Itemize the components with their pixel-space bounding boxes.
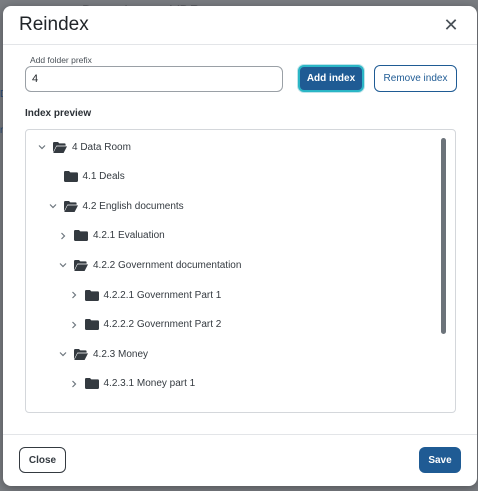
remove-index-button[interactable]: Remove index (374, 65, 457, 92)
tree-item-label: 4.2.2.1 Government Part 1 (103, 289, 222, 301)
index-preview-label: Index preview (25, 108, 92, 119)
folder-prefix-input[interactable] (25, 66, 283, 92)
tree-item[interactable]: 4.2.3.1 Money part 1 (69, 375, 196, 393)
chevron-down-icon[interactable] (48, 201, 58, 211)
index-preview-tree: 4 Data Room 4.1 Deals 4.2 English document… (25, 129, 456, 413)
add-index-button[interactable]: Add index (298, 65, 364, 92)
scrollbar[interactable] (441, 138, 446, 404)
tree-item[interactable]: 4.2.2.2 Government Part 2 (69, 316, 222, 334)
tree-item-label: 4.2.2.2 Government Part 2 (103, 319, 222, 331)
folder-icon (63, 171, 78, 183)
folder-open-icon (63, 200, 78, 212)
close-icon[interactable]: ✕ (441, 15, 461, 35)
folder-icon (84, 289, 99, 301)
dialog-header: Reindex ✕ (3, 6, 477, 45)
save-button[interactable]: Save (419, 447, 461, 473)
folder-icon (84, 378, 99, 390)
prefix-label: Add folder prefix (30, 55, 92, 65)
folder-open-icon (74, 259, 88, 271)
folder-open-icon (74, 348, 88, 360)
chevron-right-icon[interactable] (69, 290, 79, 300)
chevron-down-icon[interactable] (37, 142, 47, 152)
tree-item-label: 4.2.2 Government documentation (93, 259, 242, 271)
tree-item-label: 4.2.3 Money (93, 348, 149, 360)
chevron-down-icon[interactable] (58, 349, 68, 359)
tree-item[interactable]: 4 Data Room (37, 138, 131, 156)
tree-item-label: 4.2.3.1 Money part 1 (103, 378, 196, 390)
folder-icon (74, 230, 88, 242)
chevron-right-icon[interactable] (69, 379, 79, 389)
close-button[interactable]: Close (19, 447, 66, 473)
tree-item-label: 4.1 Deals (82, 171, 125, 183)
chevron-right-icon[interactable] (69, 320, 79, 330)
chevron-right-icon[interactable] (58, 231, 68, 241)
tree-item[interactable]: 4.2.2 Government documentation (58, 256, 241, 274)
tree-item[interactable]: 4.2.2.1 Government Part 1 (69, 286, 222, 304)
folder-open-icon (53, 141, 67, 153)
tree-item[interactable]: 4.2.3 Money (58, 345, 148, 363)
chevron-down-icon[interactable] (58, 260, 68, 270)
tree-item[interactable]: 4.2 English documents (48, 197, 184, 215)
scrollbar-thumb[interactable] (441, 138, 446, 334)
tree-item[interactable]: 4.1 Deals (48, 168, 125, 186)
tree-item-label: 4.2 English documents (82, 200, 184, 212)
tree-item-label: 4 Data Room (72, 141, 131, 153)
folder-icon (84, 319, 99, 331)
dialog-footer: Close Save (3, 434, 477, 486)
reindex-dialog: Reindex ✕ Add folder prefix Add index Re… (3, 6, 477, 486)
tree-item[interactable]: 4.2.1 Evaluation (58, 227, 165, 245)
dialog-title: Reindex (19, 14, 89, 35)
tree-item-label: 4.2.1 Evaluation (93, 230, 165, 242)
